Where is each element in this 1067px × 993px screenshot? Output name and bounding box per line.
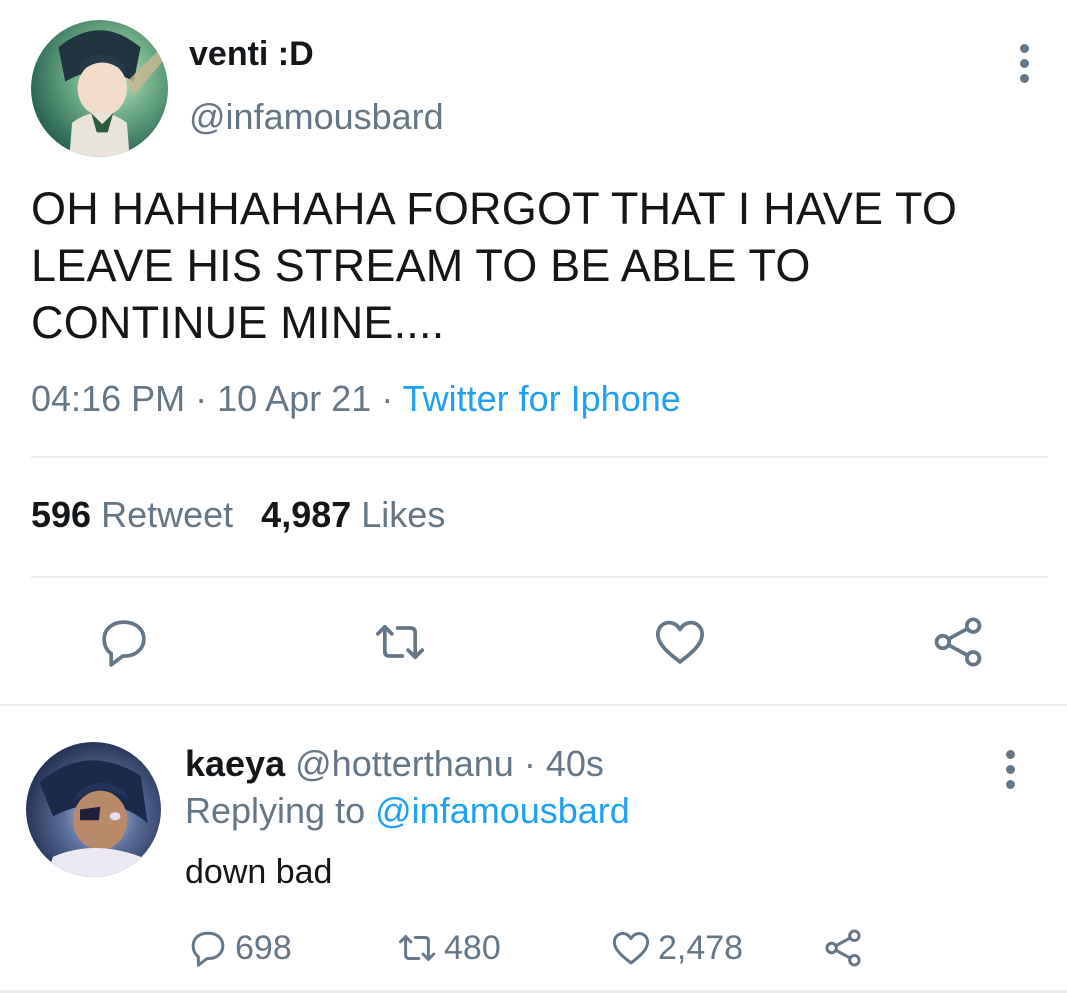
like-icon[interactable] <box>652 614 708 670</box>
reply-icon[interactable] <box>96 614 152 670</box>
likes-count: 4,987 <box>261 494 352 535</box>
replying-to-handle[interactable]: @infamousbard <box>375 790 630 831</box>
user-handle[interactable]: @infamousbard <box>189 96 444 138</box>
avatar-image <box>58 30 166 157</box>
kaeya-avatar[interactable] <box>26 742 161 877</box>
likes-label: Likes <box>361 494 446 535</box>
share-icon <box>825 929 861 967</box>
more-vertical-icon[interactable] <box>1010 44 1038 88</box>
replying-to: Replying to @infamousbard <box>185 790 630 832</box>
reply-count: 698 <box>235 928 292 967</box>
like-icon <box>612 931 650 965</box>
divider <box>31 456 1048 458</box>
reply-icon <box>191 931 225 967</box>
reply-retweet-button[interactable]: 480 <box>396 926 501 970</box>
reply-display-name[interactable]: kaeya <box>185 743 285 784</box>
tweet-time: 04:16 PM <box>31 378 186 419</box>
likes-stat[interactable]: 4,987 Likes <box>261 494 445 535</box>
replying-to-label: Replying to <box>185 790 366 831</box>
meta-separator: · <box>195 378 208 419</box>
reply-separator: · <box>523 743 536 784</box>
venti-avatar[interactable] <box>31 20 168 157</box>
retweets-stat[interactable]: 596 Retweet <box>31 494 233 535</box>
tweet-text: OH HAHHAHAHA FORGOT THAT I HAVE TO LEAVE… <box>31 183 958 348</box>
divider <box>31 576 1048 578</box>
more-vertical-icon[interactable] <box>996 750 1024 794</box>
reply-like-button[interactable]: 2,478 <box>610 926 743 970</box>
reply-header: kaeya @hotterthanu · 40s <box>185 743 604 785</box>
retweets-label: Retweet <box>101 494 234 535</box>
tweet-stats: 596 Retweet 4,987 Likes <box>31 494 445 536</box>
retweets-count: 596 <box>31 494 92 535</box>
reply-share-button[interactable] <box>822 926 864 970</box>
tweet-source[interactable]: Twitter for Iphone <box>403 378 681 419</box>
reply-handle[interactable]: @hotterthanu <box>295 743 514 784</box>
main-tweet: venti :D @infamousbard OH HAHHAHAHA FORG… <box>0 0 1067 704</box>
retweet-count: 480 <box>444 928 501 967</box>
tweet-date: 10 Apr 21 <box>217 378 372 419</box>
reply-time: 40s <box>545 743 604 784</box>
retweet-icon <box>398 935 436 961</box>
avatar-image <box>39 760 148 877</box>
display-name[interactable]: venti :D <box>189 35 314 74</box>
share-icon[interactable] <box>930 614 986 670</box>
reply-reply-button[interactable]: 698 <box>187 926 292 970</box>
reply-text: down bad <box>185 853 333 891</box>
meta-separator: · <box>381 378 394 419</box>
section-divider <box>0 704 1067 706</box>
retweet-icon[interactable] <box>372 614 428 670</box>
like-count: 2,478 <box>658 928 744 967</box>
tweet-meta: 04:16 PM · 10 Apr 21 · Twitter for Iphon… <box>31 378 681 420</box>
